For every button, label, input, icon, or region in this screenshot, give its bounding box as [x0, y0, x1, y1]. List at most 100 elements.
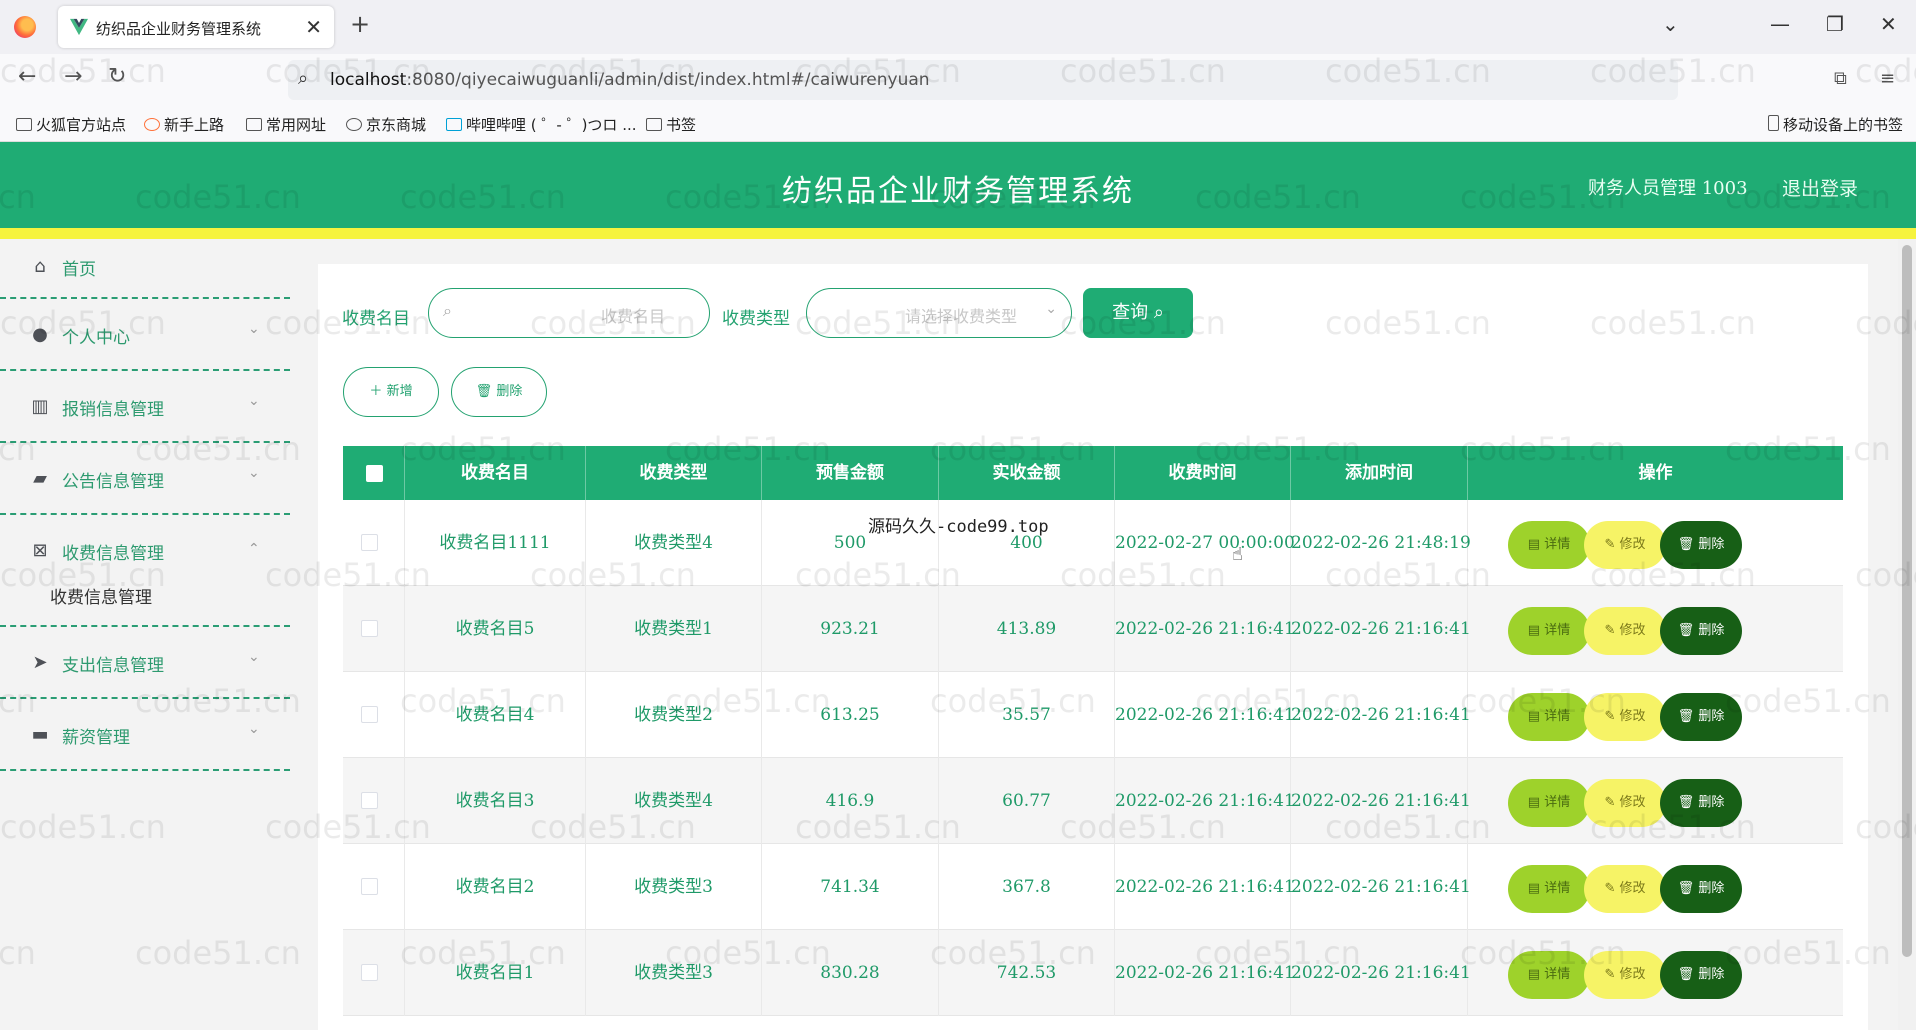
tab-close-icon[interactable]: ✕ [305, 15, 322, 39]
column-header[interactable]: 收费类型 [586, 446, 762, 500]
page-scrollbar[interactable] [1898, 239, 1916, 1030]
search-name-input[interactable]: ⌕ 收费名目 [428, 288, 710, 338]
detail-button[interactable]: ▤ 详情 [1508, 693, 1590, 741]
column-header[interactable]: 收费名目 [405, 446, 586, 500]
row-checkbox[interactable] [361, 964, 378, 981]
row-checkbox[interactable] [361, 792, 378, 809]
extensions-icon[interactable]: ⧉ [1834, 68, 1847, 89]
back-button[interactable]: ← [18, 64, 36, 89]
row-checkbox[interactable] [361, 620, 378, 637]
sidebar-item-reimbursement[interactable]: ▥ 报销信息管理 ⌄ [0, 371, 290, 443]
cell-presale: 416.9 [762, 758, 939, 844]
select-all-checkbox[interactable] [366, 465, 383, 482]
column-header[interactable]: 实收金额 [939, 446, 1115, 500]
delete-button[interactable]: 🗑 删除 [1660, 607, 1742, 655]
delete-button[interactable]: 🗑 删除 [1660, 779, 1742, 827]
tab-list-chevron-icon[interactable]: ⌄ [1662, 12, 1679, 36]
pencil-icon: ✎ [1604, 967, 1620, 982]
restore-button[interactable]: ❐ [1826, 12, 1844, 36]
row-checkbox[interactable] [361, 706, 378, 723]
edit-button[interactable]: ✎ 修改 [1584, 951, 1666, 999]
table-row[interactable]: 收费名目3 收费类型4 416.9 60.77 2022-02-26 21:16:41 2… [343, 758, 1843, 844]
trash-icon: 🗑 [1677, 795, 1699, 810]
table-row[interactable]: 收费名目4 收费类型2 613.25 35.57 2022-02-26 21:16:41… [343, 672, 1843, 758]
sidebar-item-label: 支出信息管理 [62, 656, 164, 676]
table-row[interactable]: 收费名目5 收费类型1 923.21 413.89 2022-02-26 21:16:4… [343, 586, 1843, 672]
vue-icon [70, 18, 88, 36]
clipboard-icon: ⊠ [32, 540, 48, 561]
sidebar-item-notice[interactable]: ▰ 公告信息管理 ⌄ [0, 443, 290, 515]
row-checkbox[interactable] [361, 534, 378, 551]
table-row[interactable]: 收费名目1 收费类型3 830.28 742.53 2022-02-26 21:16:4… [343, 930, 1843, 1016]
cell-type: 收费类型2 [586, 672, 762, 758]
chevron-down-icon: ⌄ [248, 649, 260, 665]
browser-nav-bar: ← → ↻ ⌕ localhost:8080/qiyecaiwuguanli/a… [0, 54, 1916, 106]
mobile-bookmarks[interactable]: 移动设备上的书签 [1768, 114, 1903, 135]
bookmark-item[interactable]: 京东商城 [346, 114, 426, 135]
cell-presale: 923.21 [762, 586, 939, 672]
bookmark-item[interactable]: 常用网址 [246, 114, 326, 135]
sidebar-item-label: 公告信息管理 [62, 472, 164, 492]
url-bar[interactable]: ⌕ localhost:8080/qiyecaiwuguanli/admin/d… [288, 60, 1678, 100]
cell-actual: 742.53 [939, 930, 1115, 1016]
cell-name: 收费名目1111 [405, 500, 586, 586]
bookmark-item[interactable]: 火狐官方站点 [16, 114, 126, 135]
table-row[interactable]: 收费名目2 收费类型3 741.34 367.8 2022-02-26 21:16:41… [343, 844, 1843, 930]
url-text: localhost:8080/qiyecaiwuguanli/admin/dis… [330, 70, 930, 90]
row-select-cell [343, 586, 405, 672]
bookmark-item[interactable]: 哔哩哔哩 ( ゜- ゜)つロ ... [446, 114, 637, 135]
cell-actual: 367.8 [939, 844, 1115, 930]
edit-button[interactable]: ✎ 修改 [1584, 865, 1666, 913]
globe-icon [346, 118, 362, 131]
detail-button[interactable]: ▤ 详情 [1508, 865, 1590, 913]
column-header[interactable]: 预售金额 [762, 446, 939, 500]
submenu-item-charges[interactable]: 收费信息管理 [50, 583, 152, 608]
bookmark-item[interactable]: 书签 [646, 114, 696, 135]
delete-button[interactable]: 🗑 删除 [1660, 865, 1742, 913]
charge-type-select[interactable]: 请选择收费类型 ⌄ [806, 288, 1072, 338]
add-button[interactable]: ＋ 新增 [343, 367, 439, 417]
browser-tab[interactable]: 纺织品企业财务管理系统 ✕ [58, 6, 334, 48]
tab-title: 纺织品企业财务管理系统 [96, 20, 262, 38]
edit-button[interactable]: ✎ 修改 [1584, 521, 1666, 569]
sidebar-item-profile[interactable]: ● 个人中心 ⌄ [0, 299, 290, 371]
bookmark-item[interactable]: 新手上路 [144, 114, 224, 135]
detail-button[interactable]: ▤ 详情 [1508, 521, 1590, 569]
delete-button[interactable]: 🗑 删除 [1660, 951, 1742, 999]
row-checkbox[interactable] [361, 878, 378, 895]
forward-button[interactable]: → [64, 64, 82, 89]
current-user: 财务人员管理 1003 [1588, 178, 1748, 199]
delete-button[interactable]: 🗑 删除 [1660, 521, 1742, 569]
detail-button[interactable]: ▤ 详情 [1508, 779, 1590, 827]
detail-button[interactable]: ▤ 详情 [1508, 607, 1590, 655]
minimize-button[interactable]: — [1770, 12, 1790, 36]
sidebar-item-salary[interactable]: ▬ 薪资管理 ⌄ [0, 699, 290, 771]
cell-charge-time: 2022-02-26 21:16:41 [1115, 672, 1295, 758]
table-row[interactable]: 收费名目1111 收费类型4 500 400 2022-02-27 00:00:00 20… [343, 500, 1843, 586]
trash-icon: 🗑 [1677, 709, 1699, 724]
window-close-button[interactable]: ✕ [1880, 12, 1897, 36]
chevron-up-icon: ⌃ [248, 541, 260, 557]
new-tab-button[interactable]: + [350, 10, 370, 38]
column-header[interactable]: 收费时间 [1115, 446, 1291, 500]
logout-button[interactable]: 退出登录 [1782, 174, 1858, 201]
detail-button[interactable]: ▤ 详情 [1508, 951, 1590, 999]
sidebar-item-home[interactable]: ⌂ 首页 [0, 239, 290, 299]
edit-button[interactable]: ✎ 修改 [1584, 607, 1666, 655]
reload-button[interactable]: ↻ [108, 64, 126, 89]
cell-actual: 35.57 [939, 672, 1115, 758]
menu-icon[interactable]: ≡ [1880, 68, 1895, 89]
batch-delete-button[interactable]: 🗑 删除 [451, 367, 547, 417]
scroll-thumb[interactable] [1902, 245, 1912, 957]
query-button[interactable]: 查询 ⌕ [1083, 288, 1193, 338]
delete-button[interactable]: 🗑 删除 [1660, 693, 1742, 741]
folder-icon [246, 118, 262, 131]
sidebar-item-charges[interactable]: ⊠ 收费信息管理 ⌃ 收费信息管理 [0, 515, 290, 627]
edit-button[interactable]: ✎ 修改 [1584, 779, 1666, 827]
edit-button[interactable]: ✎ 修改 [1584, 693, 1666, 741]
sidebar-item-label: 收费信息管理 [62, 544, 164, 564]
sidebar-item-expenses[interactable]: ➤ 支出信息管理 ⌄ [0, 627, 290, 699]
header-accent-stripe [0, 228, 1916, 239]
charge-type-placeholder: 请选择收费类型 [905, 307, 1018, 326]
column-header[interactable]: 添加时间 [1291, 446, 1468, 500]
